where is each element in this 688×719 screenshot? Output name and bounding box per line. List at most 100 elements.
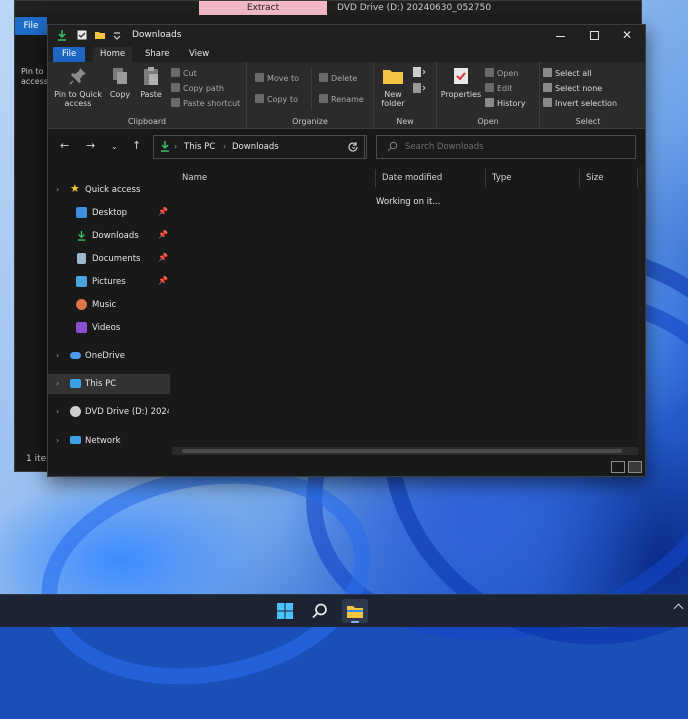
up-arrow-icon[interactable]: ↑ — [132, 140, 141, 151]
vertical-scrollbar[interactable] — [638, 165, 644, 455]
open-button[interactable]: Open — [485, 68, 518, 80]
pin-icon[interactable]: 📌 — [158, 230, 168, 239]
select-all-label: Select all — [555, 69, 592, 78]
pin-icon[interactable]: 📌 — [158, 253, 168, 262]
download-arrow-icon[interactable] — [56, 29, 68, 41]
nav-item-videos[interactable]: Videos — [48, 318, 170, 338]
nav-item-pictures[interactable]: Pictures 📌 — [48, 272, 170, 292]
nav-item-music[interactable]: Music — [48, 295, 170, 315]
column-header-date-modified[interactable]: Date modified — [376, 169, 486, 187]
search-taskbar-button[interactable] — [307, 599, 333, 623]
breadcrumb-this-pc[interactable]: This PC — [184, 142, 215, 152]
expand-chevron-icon[interactable]: › — [56, 407, 59, 416]
new-folder-icon — [383, 70, 403, 84]
rename-icon — [319, 94, 328, 103]
nav-item-documents[interactable]: Documents 📌 — [48, 249, 170, 269]
pin-icon[interactable]: 📌 — [158, 276, 168, 285]
background-file-tab[interactable]: File — [15, 17, 47, 35]
tab-share[interactable]: Share — [138, 47, 177, 62]
select-none-label: Select none — [555, 84, 603, 93]
paste-button[interactable]: Paste — [136, 66, 166, 99]
copy-to-button[interactable]: Copy to — [255, 94, 298, 106]
properties-button[interactable]: Properties — [439, 66, 483, 99]
column-header-size[interactable]: Size — [580, 169, 638, 187]
file-explorer-taskbar-button[interactable] — [342, 599, 368, 623]
maximize-icon — [590, 31, 599, 40]
explorer-window-downloads[interactable]: Downloads ✕ File Home Share View Pin to … — [47, 24, 646, 477]
maximize-button[interactable] — [577, 25, 611, 47]
search-box[interactable]: Search Downloads — [376, 135, 636, 159]
tab-home[interactable]: Home — [93, 47, 133, 62]
expand-chevron-icon[interactable]: › — [56, 436, 59, 445]
extract-tab[interactable]: Extract — [199, 1, 327, 15]
new-group-label: New — [396, 117, 414, 126]
folder-icon[interactable] — [94, 29, 106, 41]
titlebar[interactable]: Downloads ✕ — [48, 25, 645, 47]
cut-label: Cut — [183, 69, 197, 78]
customize-quick-access-icon[interactable] — [111, 29, 123, 41]
history-button[interactable]: History — [485, 98, 525, 110]
rename-button[interactable]: Rename — [319, 94, 364, 106]
copy-path-button[interactable]: Copy path — [171, 83, 224, 95]
nav-label-quick-access: Quick access — [85, 185, 141, 195]
delete-button[interactable]: Delete — [319, 73, 357, 85]
nav-item-downloads[interactable]: Downloads 📌 — [48, 226, 170, 246]
horizontal-scrollbar[interactable] — [172, 447, 638, 455]
paste-shortcut-icon — [171, 98, 180, 107]
expand-chevron-icon[interactable]: › — [56, 185, 59, 194]
edit-button[interactable]: Edit — [485, 83, 513, 95]
column-header-name[interactable]: Name — [170, 169, 376, 187]
nav-item-desktop[interactable]: Desktop 📌 — [48, 203, 170, 223]
column-header-type[interactable]: Type — [486, 169, 580, 187]
pin-to-quick-access-button[interactable]: Pin to Quick access — [52, 66, 104, 108]
nav-item-quick-access[interactable]: › ★ Quick access — [48, 180, 170, 200]
copy-icon — [113, 68, 127, 84]
horizontal-scroll-thumb[interactable] — [182, 449, 622, 453]
recent-locations-chevron-icon[interactable]: ⌄ — [111, 141, 118, 152]
move-to-button[interactable]: Move to — [255, 73, 299, 85]
background-titlebar[interactable]: Extract DVD Drive (D:) 20240630_052750 — [15, 1, 641, 15]
ribbon-home: Pin to Quick access Copy Paste Cut Copy … — [48, 62, 645, 129]
select-none-button[interactable]: Select none — [543, 83, 602, 95]
windows-logo-icon — [277, 603, 293, 619]
pin-icon[interactable]: 📌 — [158, 207, 168, 216]
invert-selection-icon — [543, 98, 552, 107]
paste-shortcut-button[interactable]: Paste shortcut — [171, 98, 240, 110]
expand-chevron-icon[interactable]: › — [56, 351, 59, 360]
file-list[interactable]: Name Date modified Type Size Working on … — [170, 165, 638, 455]
new-item-icon[interactable] — [412, 66, 426, 78]
new-folder-button[interactable]: New folder — [378, 66, 408, 108]
cut-button[interactable]: Cut — [171, 68, 197, 80]
minimize-button[interactable] — [543, 25, 577, 47]
forward-arrow-icon[interactable]: → — [86, 140, 95, 151]
copy-to-icon — [255, 94, 264, 103]
expand-chevron-icon[interactable]: › — [56, 379, 59, 388]
back-arrow-icon[interactable]: ← — [60, 140, 69, 151]
properties-check-icon[interactable] — [76, 29, 88, 41]
nav-label-pictures: Pictures — [92, 277, 126, 287]
nav-item-onedrive[interactable]: › OneDrive — [48, 346, 170, 366]
ribbon-group-new: New folder New — [374, 62, 437, 128]
large-icons-view-icon[interactable] — [628, 461, 642, 473]
show-hidden-icons-chevron-icon[interactable] — [673, 603, 684, 614]
star-icon: ★ — [70, 182, 80, 195]
invert-selection-button[interactable]: Invert selection — [543, 98, 617, 110]
select-all-button[interactable]: Select all — [543, 68, 592, 80]
start-button[interactable] — [272, 599, 298, 623]
nav-item-network[interactable]: › Network — [48, 431, 170, 451]
details-view-icon[interactable] — [611, 461, 625, 473]
nav-item-dvd-drive[interactable]: › DVD Drive (D:) 20240 — [48, 402, 170, 422]
breadcrumb-downloads[interactable]: Downloads — [232, 142, 279, 152]
tab-view[interactable]: View — [182, 47, 216, 62]
tab-file[interactable]: File — [53, 47, 86, 62]
background-window-title: DVD Drive (D:) 20240630_052750 — [337, 3, 492, 13]
address-bar[interactable]: › This PC › Downloads ⌄ — [153, 135, 367, 159]
nav-item-this-pc[interactable]: › This PC — [48, 374, 170, 394]
refresh-button[interactable] — [342, 135, 365, 159]
copy-path-label: Copy path — [183, 84, 225, 93]
documents-icon — [77, 253, 86, 264]
close-button[interactable]: ✕ — [611, 25, 645, 47]
copy-button[interactable]: Copy — [106, 66, 134, 99]
background-pin-label: Pin to access — [21, 67, 48, 86]
easy-access-icon[interactable] — [412, 82, 426, 94]
